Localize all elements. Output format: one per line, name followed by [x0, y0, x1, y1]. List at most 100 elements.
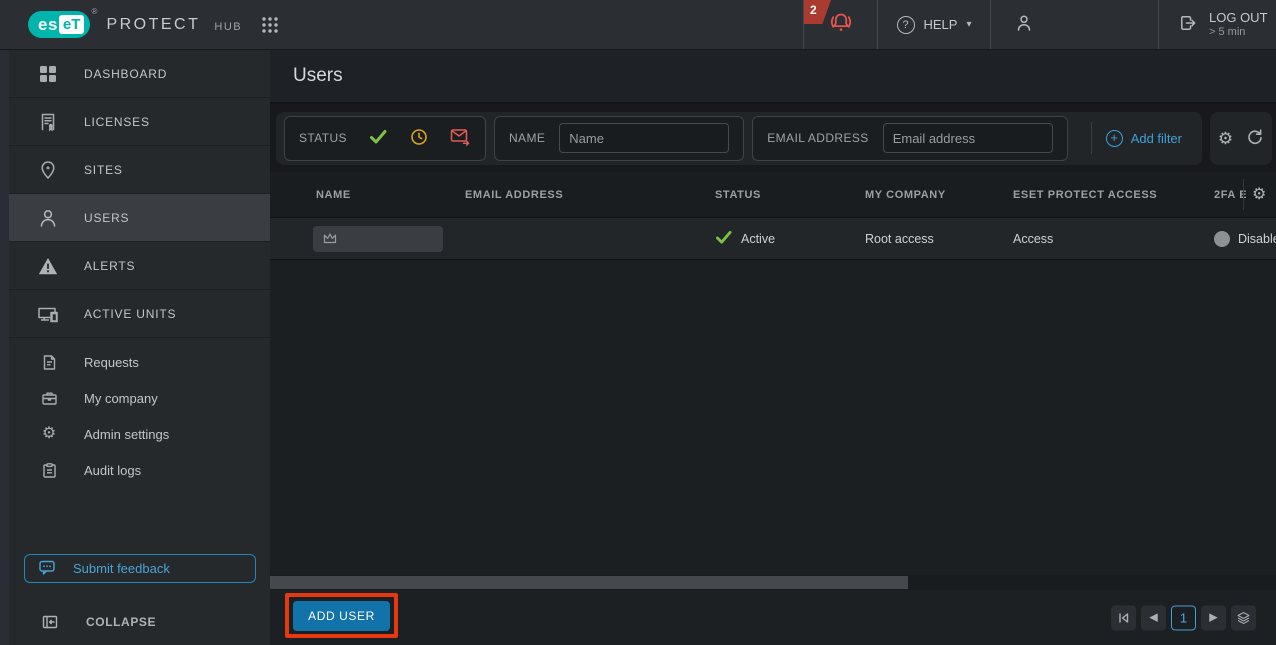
help-label: HELP [924, 17, 958, 32]
dashboard-icon [36, 63, 60, 85]
submit-feedback-button[interactable]: Submit feedback [24, 554, 256, 583]
registered-mark: ® [92, 7, 98, 16]
filter-bar: STATUS [270, 104, 1276, 172]
column-settings-gear-icon[interactable]: ⚙ [1252, 172, 1266, 217]
status-filter: STATUS [284, 116, 486, 161]
sidebar-item-admin-settings[interactable]: ⚙ Admin settings [9, 416, 270, 452]
brand-logo[interactable]: es eT ® PROTECT HUB [28, 11, 242, 38]
bell-icon [827, 9, 855, 40]
sidebar-item-sites[interactable]: SITES [9, 146, 270, 194]
filter-container: STATUS [276, 112, 1202, 165]
name-filter-input[interactable] [559, 123, 729, 153]
name-filter-label: NAME [509, 131, 545, 145]
main-content: Users STATUS [270, 50, 1276, 645]
horizontal-scrollbar[interactable] [270, 575, 1276, 590]
eset-logo-et: eT [59, 15, 85, 34]
sidebar-item-label: My company [84, 391, 158, 406]
next-page-button[interactable]: ▶ [1201, 605, 1226, 630]
sidebar-item-label: USERS [84, 211, 129, 225]
status-active-filter-icon[interactable] [369, 129, 388, 148]
sidebar-item-users[interactable]: USERS [9, 194, 270, 242]
column-header-email[interactable]: EMAIL ADDRESS [465, 172, 563, 217]
session-timeout-label: > 5 min [1209, 26, 1268, 40]
filter-divider [1091, 122, 1092, 154]
column-header-protect-access[interactable]: ESET PROTECT ACCESS [1013, 172, 1157, 217]
pagination: ◀ 1 ▶ [1111, 605, 1256, 630]
logout-label: LOG OUT [1209, 10, 1268, 26]
refresh-icon[interactable] [1246, 128, 1264, 149]
sidebar-item-licenses[interactable]: LICENSES [9, 98, 270, 146]
column-header-status[interactable]: STATUS [715, 172, 761, 217]
alert-triangle-icon [36, 255, 60, 277]
sidebar-item-label: ALERTS [84, 259, 135, 273]
gear-icon: ⚙ [40, 426, 58, 442]
email-filter-label: EMAIL ADDRESS [767, 131, 868, 145]
eset-protect-hub-app: es eT ® PROTECT HUB 2 [0, 0, 1276, 645]
email-filter-input[interactable] [883, 123, 1053, 153]
sidebar-item-alerts[interactable]: ALERTS [9, 242, 270, 290]
eset-logo-es: es [38, 15, 58, 35]
sidebar-item-active-units[interactable]: ACTIVE UNITS [9, 290, 270, 338]
column-header-name[interactable]: NAME [316, 172, 351, 217]
header-divider [1243, 179, 1244, 210]
help-icon: ? [897, 16, 915, 34]
users-table-header: NAME EMAIL ADDRESS STATUS MY COMPANY ESE… [270, 172, 1276, 217]
location-pin-icon [36, 159, 60, 181]
add-filter-label: Add filter [1131, 131, 1182, 146]
sidebar-secondary-group: Requests My company ⚙ Admin settings [9, 344, 270, 488]
notifications-button[interactable]: 2 [803, 0, 877, 49]
status-cell: Active [715, 218, 775, 259]
sidebar-item-label: DASHBOARD [84, 67, 167, 81]
status-pending-filter-icon[interactable] [410, 128, 428, 149]
column-header-2fa[interactable]: 2FA E [1214, 172, 1246, 217]
page-header: Users [270, 50, 1276, 104]
logout-button[interactable]: LOG OUT > 5 min [1158, 0, 1276, 49]
eset-logo: es eT ® [28, 11, 90, 38]
sidebar-nav: DASHBOARD LICENSES SITES [0, 50, 270, 645]
email-filter: EMAIL ADDRESS [752, 116, 1067, 161]
twofa-disabled-dot-icon [1214, 231, 1230, 247]
clipboard-icon [40, 462, 58, 479]
sidebar-item-label: Admin settings [84, 427, 169, 442]
sidebar-item-my-company[interactable]: My company [9, 380, 270, 416]
collapse-sidebar-button[interactable]: COLLAPSE [9, 609, 270, 635]
logout-icon [1177, 12, 1199, 37]
name-filter: NAME [494, 116, 744, 161]
product-name: PROTECT [106, 16, 200, 34]
status-value: Active [741, 232, 775, 246]
filter-settings-gear-icon[interactable]: ⚙ [1218, 130, 1233, 147]
column-header-my-company[interactable]: MY COMPANY [865, 172, 946, 217]
feedback-bubble-icon [38, 559, 56, 579]
table-footer: ADD USER ◀ 1 ▶ [270, 590, 1276, 645]
status-invited-filter-icon[interactable] [450, 128, 471, 149]
add-filter-button[interactable]: + Add filter [1100, 130, 1188, 147]
top-bar: es eT ® PROTECT HUB 2 [0, 0, 1276, 50]
sidebar-item-label: LICENSES [84, 115, 150, 129]
account-menu[interactable] [990, 0, 1158, 49]
sidebar-item-label: Requests [84, 355, 139, 370]
apps-grid-icon[interactable] [260, 15, 280, 35]
page-title: Users [293, 65, 343, 87]
help-menu[interactable]: ? HELP ▾ [877, 0, 990, 49]
first-page-button[interactable] [1111, 605, 1136, 630]
sidebar-item-label: ACTIVE UNITS [84, 307, 176, 321]
sidebar-item-dashboard[interactable]: DASHBOARD [9, 50, 270, 98]
page-size-layers-button[interactable] [1231, 605, 1256, 630]
sidebar-item-audit-logs[interactable]: Audit logs [9, 452, 270, 488]
red-annotation-rectangle: ADD USER [285, 593, 398, 638]
active-check-icon [715, 230, 733, 248]
topbar-actions: 2 ? HELP ▾ [803, 0, 1276, 49]
twofa-value: Disabled [1238, 232, 1276, 246]
scrollbar-thumb[interactable] [270, 576, 908, 589]
current-page-indicator[interactable]: 1 [1171, 605, 1196, 630]
table-row[interactable]: Active Root access Access Disabled [270, 217, 1276, 260]
collapse-label: COLLAPSE [86, 615, 156, 629]
add-user-button[interactable]: ADD USER [293, 601, 390, 631]
twofa-cell: Disabled [1214, 218, 1276, 259]
redacted-user-name [313, 226, 443, 252]
plus-circle-icon: + [1106, 130, 1123, 147]
previous-page-button[interactable]: ◀ [1141, 605, 1166, 630]
sidebar-item-label: Audit logs [84, 463, 141, 478]
sidebar-item-requests[interactable]: Requests [9, 344, 270, 380]
table-empty-area [270, 260, 1276, 575]
